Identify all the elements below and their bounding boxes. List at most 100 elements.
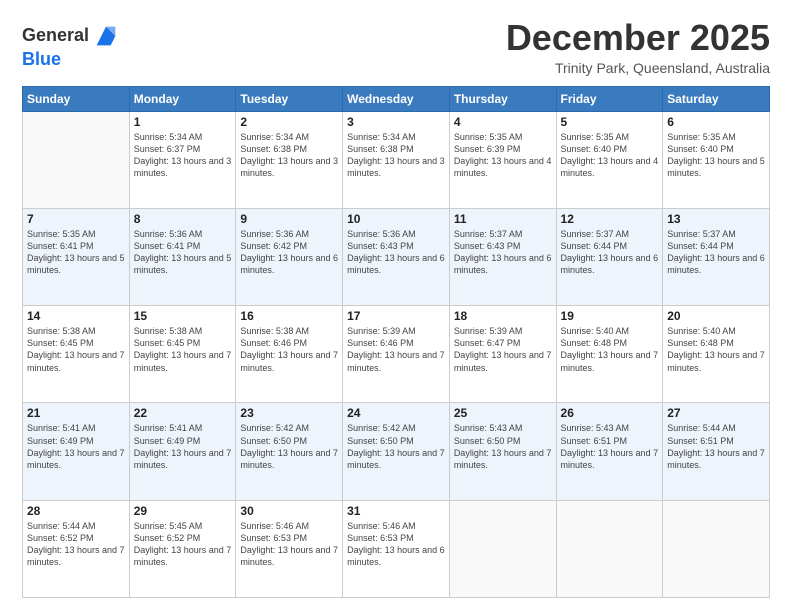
logo-blue: Blue bbox=[22, 49, 61, 69]
calendar-week-row: 1 Sunrise: 5:34 AMSunset: 6:37 PMDaylight… bbox=[23, 111, 770, 208]
day-number: 27 bbox=[667, 406, 765, 420]
calendar-cell bbox=[449, 500, 556, 597]
weekday-header-sunday: Sunday bbox=[23, 86, 130, 111]
calendar-cell: 5Sunrise: 5:35 AMSunset: 6:40 PMDaylight… bbox=[556, 111, 663, 208]
weekday-header-friday: Friday bbox=[556, 86, 663, 111]
day-number: 26 bbox=[561, 406, 659, 420]
day-number: 4 bbox=[454, 115, 552, 129]
calendar-cell: 1 Sunrise: 5:34 AMSunset: 6:37 PMDaylight… bbox=[129, 111, 236, 208]
calendar-cell: 14 Sunrise: 5:38 AMSunset: 6:45 PMDayligh… bbox=[23, 306, 130, 403]
calendar-cell: 11Sunrise: 5:37 AMSunset: 6:43 PMDayligh… bbox=[449, 208, 556, 305]
logo-general: General bbox=[22, 26, 89, 46]
calendar-cell: 27Sunrise: 5:44 AMSunset: 6:51 PMDayligh… bbox=[663, 403, 770, 500]
day-number: 9 bbox=[240, 212, 338, 226]
calendar-week-row: 28 Sunrise: 5:44 AMSunset: 6:52 PMDayligh… bbox=[23, 500, 770, 597]
day-number: 24 bbox=[347, 406, 445, 420]
day-number: 12 bbox=[561, 212, 659, 226]
day-number: 31 bbox=[347, 504, 445, 518]
calendar-cell: 9 Sunrise: 5:36 AMSunset: 6:42 PMDaylight… bbox=[236, 208, 343, 305]
day-number: 7 bbox=[27, 212, 125, 226]
calendar-cell: 18Sunrise: 5:39 AMSunset: 6:47 PMDayligh… bbox=[449, 306, 556, 403]
calendar-cell: 7 Sunrise: 5:35 AMSunset: 6:41 PMDaylight… bbox=[23, 208, 130, 305]
day-number: 29 bbox=[134, 504, 232, 518]
day-info: Sunrise: 5:43 AMSunset: 6:51 PMDaylight:… bbox=[561, 422, 659, 471]
day-info: Sunrise: 5:38 AMSunset: 6:46 PMDaylight:… bbox=[240, 325, 338, 374]
day-number: 23 bbox=[240, 406, 338, 420]
logo-icon bbox=[92, 22, 120, 50]
calendar-cell: 23 Sunrise: 5:42 AMSunset: 6:50 PMDayligh… bbox=[236, 403, 343, 500]
day-info: Sunrise: 5:46 AMSunset: 6:53 PMDaylight:… bbox=[240, 520, 338, 569]
calendar-cell bbox=[23, 111, 130, 208]
calendar-cell: 25 Sunrise: 5:43 AMSunset: 6:50 PMDayligh… bbox=[449, 403, 556, 500]
day-info: Sunrise: 5:42 AMSunset: 6:50 PMDaylight:… bbox=[347, 422, 445, 471]
calendar-cell: 21 Sunrise: 5:41 AMSunset: 6:49 PMDayligh… bbox=[23, 403, 130, 500]
day-number: 10 bbox=[347, 212, 445, 226]
day-number: 18 bbox=[454, 309, 552, 323]
title-block: December 2025 Trinity Park, Queensland, … bbox=[506, 18, 770, 76]
day-info: Sunrise: 5:38 AMSunset: 6:45 PMDaylight:… bbox=[134, 325, 232, 374]
calendar-cell: 10 Sunrise: 5:36 AMSunset: 6:43 PMDayligh… bbox=[343, 208, 450, 305]
calendar-cell: 12Sunrise: 5:37 AMSunset: 6:44 PMDayligh… bbox=[556, 208, 663, 305]
day-number: 22 bbox=[134, 406, 232, 420]
calendar-cell: 24 Sunrise: 5:42 AMSunset: 6:50 PMDayligh… bbox=[343, 403, 450, 500]
calendar-cell: 28 Sunrise: 5:44 AMSunset: 6:52 PMDayligh… bbox=[23, 500, 130, 597]
calendar-cell: 31 Sunrise: 5:46 AMSunset: 6:53 PMDayligh… bbox=[343, 500, 450, 597]
day-number: 20 bbox=[667, 309, 765, 323]
calendar-cell: 2 Sunrise: 5:34 AMSunset: 6:38 PMDaylight… bbox=[236, 111, 343, 208]
day-info: Sunrise: 5:38 AMSunset: 6:45 PMDaylight:… bbox=[27, 325, 125, 374]
weekday-header-saturday: Saturday bbox=[663, 86, 770, 111]
month-title: December 2025 bbox=[506, 18, 770, 58]
day-number: 8 bbox=[134, 212, 232, 226]
day-info: Sunrise: 5:40 AMSunset: 6:48 PMDaylight:… bbox=[667, 325, 765, 374]
day-info: Sunrise: 5:46 AMSunset: 6:53 PMDaylight:… bbox=[347, 520, 445, 569]
day-info: Sunrise: 5:43 AMSunset: 6:50 PMDaylight:… bbox=[454, 422, 552, 471]
day-number: 1 bbox=[134, 115, 232, 129]
day-info: Sunrise: 5:35 AMSunset: 6:41 PMDaylight:… bbox=[27, 228, 125, 277]
calendar-cell bbox=[556, 500, 663, 597]
calendar-week-row: 7 Sunrise: 5:35 AMSunset: 6:41 PMDaylight… bbox=[23, 208, 770, 305]
day-info: Sunrise: 5:44 AMSunset: 6:52 PMDaylight:… bbox=[27, 520, 125, 569]
calendar-week-row: 21 Sunrise: 5:41 AMSunset: 6:49 PMDayligh… bbox=[23, 403, 770, 500]
day-number: 2 bbox=[240, 115, 338, 129]
weekday-header-thursday: Thursday bbox=[449, 86, 556, 111]
day-info: Sunrise: 5:34 AMSunset: 6:38 PMDaylight:… bbox=[347, 131, 445, 180]
calendar-header-row: SundayMondayTuesdayWednesdayThursdayFrid… bbox=[23, 86, 770, 111]
day-info: Sunrise: 5:34 AMSunset: 6:37 PMDaylight:… bbox=[134, 131, 232, 180]
day-info: Sunrise: 5:35 AMSunset: 6:40 PMDaylight:… bbox=[561, 131, 659, 180]
day-number: 28 bbox=[27, 504, 125, 518]
calendar-cell: 29Sunrise: 5:45 AMSunset: 6:52 PMDayligh… bbox=[129, 500, 236, 597]
day-number: 15 bbox=[134, 309, 232, 323]
calendar-cell: 15 Sunrise: 5:38 AMSunset: 6:45 PMDayligh… bbox=[129, 306, 236, 403]
day-info: Sunrise: 5:37 AMSunset: 6:44 PMDaylight:… bbox=[667, 228, 765, 277]
day-info: Sunrise: 5:41 AMSunset: 6:49 PMDaylight:… bbox=[27, 422, 125, 471]
header: General Blue December 2025 Trinity Park,… bbox=[22, 18, 770, 76]
calendar-table: SundayMondayTuesdayWednesdayThursdayFrid… bbox=[22, 86, 770, 598]
calendar-cell: 3Sunrise: 5:34 AMSunset: 6:38 PMDaylight… bbox=[343, 111, 450, 208]
calendar-cell: 4Sunrise: 5:35 AMSunset: 6:39 PMDaylight… bbox=[449, 111, 556, 208]
weekday-header-wednesday: Wednesday bbox=[343, 86, 450, 111]
day-number: 21 bbox=[27, 406, 125, 420]
day-info: Sunrise: 5:36 AMSunset: 6:42 PMDaylight:… bbox=[240, 228, 338, 277]
day-info: Sunrise: 5:34 AMSunset: 6:38 PMDaylight:… bbox=[240, 131, 338, 180]
day-number: 19 bbox=[561, 309, 659, 323]
calendar-cell: 17Sunrise: 5:39 AMSunset: 6:46 PMDayligh… bbox=[343, 306, 450, 403]
calendar-cell: 16 Sunrise: 5:38 AMSunset: 6:46 PMDayligh… bbox=[236, 306, 343, 403]
calendar-cell: 13 Sunrise: 5:37 AMSunset: 6:44 PMDayligh… bbox=[663, 208, 770, 305]
calendar-cell: 6Sunrise: 5:35 AMSunset: 6:40 PMDaylight… bbox=[663, 111, 770, 208]
day-number: 16 bbox=[240, 309, 338, 323]
day-number: 13 bbox=[667, 212, 765, 226]
day-number: 14 bbox=[27, 309, 125, 323]
day-info: Sunrise: 5:42 AMSunset: 6:50 PMDaylight:… bbox=[240, 422, 338, 471]
weekday-header-tuesday: Tuesday bbox=[236, 86, 343, 111]
day-info: Sunrise: 5:36 AMSunset: 6:43 PMDaylight:… bbox=[347, 228, 445, 277]
calendar-cell: 30Sunrise: 5:46 AMSunset: 6:53 PMDayligh… bbox=[236, 500, 343, 597]
location-subtitle: Trinity Park, Queensland, Australia bbox=[506, 60, 770, 76]
day-number: 25 bbox=[454, 406, 552, 420]
day-info: Sunrise: 5:36 AMSunset: 6:41 PMDaylight:… bbox=[134, 228, 232, 277]
weekday-header-monday: Monday bbox=[129, 86, 236, 111]
calendar-cell: 26 Sunrise: 5:43 AMSunset: 6:51 PMDayligh… bbox=[556, 403, 663, 500]
calendar-cell: 19Sunrise: 5:40 AMSunset: 6:48 PMDayligh… bbox=[556, 306, 663, 403]
day-info: Sunrise: 5:41 AMSunset: 6:49 PMDaylight:… bbox=[134, 422, 232, 471]
calendar-week-row: 14 Sunrise: 5:38 AMSunset: 6:45 PMDayligh… bbox=[23, 306, 770, 403]
calendar-cell: 22 Sunrise: 5:41 AMSunset: 6:49 PMDayligh… bbox=[129, 403, 236, 500]
